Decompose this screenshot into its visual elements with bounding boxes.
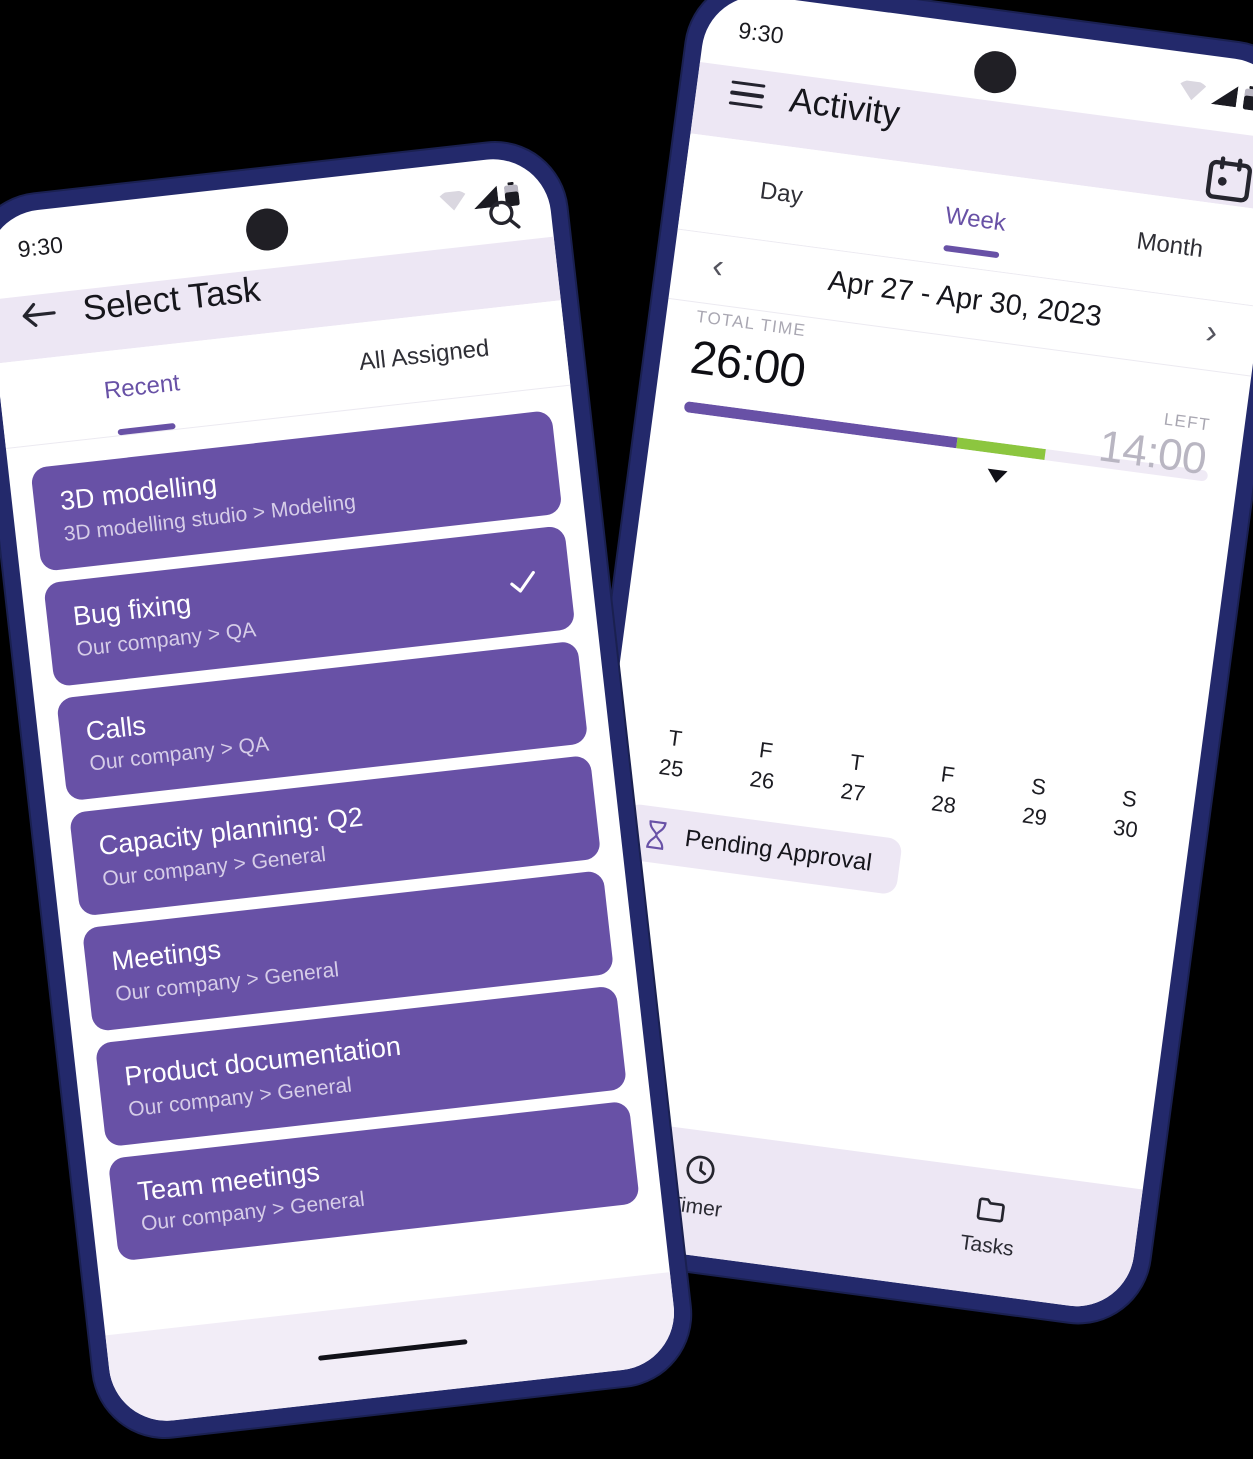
wifi-icon [439,189,466,211]
hamburger-menu-icon[interactable] [728,80,766,109]
tab-week[interactable]: Week [877,193,1075,247]
select-task-screen: 9:30 Select Task Recent All Assigned 3D … [0,153,681,1427]
chart-x-label: F 26 [722,731,807,800]
nav-item-tasks[interactable]: Tasks [840,1172,1140,1277]
chart-marker-icon [985,468,1008,485]
chart-bar-column[interactable] [913,741,991,752]
clock-icon [686,1155,715,1184]
punch-hole-camera-icon [971,48,1019,96]
folder-icon [976,1197,1005,1223]
home-indicator[interactable] [317,1338,468,1361]
prev-week-button[interactable]: ‹ [699,245,738,288]
chart-bar-approved-segment [913,741,991,752]
chart-bar-pending-segment [913,741,991,752]
chart-x-label: T 25 [631,719,716,788]
task-list: 3D modelling 3D modelling studio > Modeli… [6,386,662,1264]
chart-x-label: S 30 [1085,779,1170,848]
checkmark-icon [510,570,535,593]
wifi-icon [1180,79,1207,100]
page-title: Select Task [80,269,263,329]
pending-approval-badge[interactable]: Pending Approval [619,803,904,896]
chart-bars [640,457,1204,776]
chart-x-label: F 28 [903,755,988,824]
status-icons [1178,77,1253,111]
chart-bar [1094,765,1172,776]
screenshot-stage: 9:30 Activity Day Week Month ‹ Apr 27 - … [0,0,1253,1459]
chart-bar-column[interactable] [1094,765,1172,776]
chart-bar-column[interactable] [822,729,900,740]
chart-bar-approved-segment [731,716,809,728]
chart-bar-approved-segment [822,729,900,740]
nav-label-tasks: Tasks [958,1230,1016,1261]
page-title: Activity [787,80,903,134]
chart-bar-column[interactable] [640,704,718,716]
status-time: 9:30 [16,230,65,262]
chart-bar [1003,753,1081,764]
tab-month[interactable]: Month [1071,219,1253,273]
tab-day[interactable]: Day [682,167,880,221]
select-task-phone-frame: 9:30 Select Task Recent All Assigned 3D … [0,135,698,1445]
search-icon[interactable] [483,194,525,236]
chart-x-label: S 29 [994,767,1079,836]
chart-bar-column[interactable] [1003,753,1081,764]
pending-approval-label: Pending Approval [683,825,874,877]
chart-bar-approved-segment [640,704,718,716]
weekly-bar-chart: T 25 F 26 T 27 F 28 S 29 S 30 [605,408,1237,852]
signal-icon [1210,85,1239,107]
chart-bar [731,716,809,728]
calendar-icon[interactable] [1200,150,1253,208]
chart-bar-column[interactable] [731,716,809,728]
next-week-button[interactable]: › [1192,311,1231,354]
select-task-bottom-bar [105,1272,681,1427]
chart-x-label: T 27 [812,743,897,812]
status-time: 9:30 [736,16,786,49]
hourglass-icon [645,820,667,851]
chart-bar [640,704,718,716]
back-arrow-icon[interactable] [20,298,59,332]
punch-hole-camera-icon [243,206,291,253]
chart-bar [913,741,991,752]
battery-icon [1242,86,1253,111]
chart-bar [822,729,900,740]
